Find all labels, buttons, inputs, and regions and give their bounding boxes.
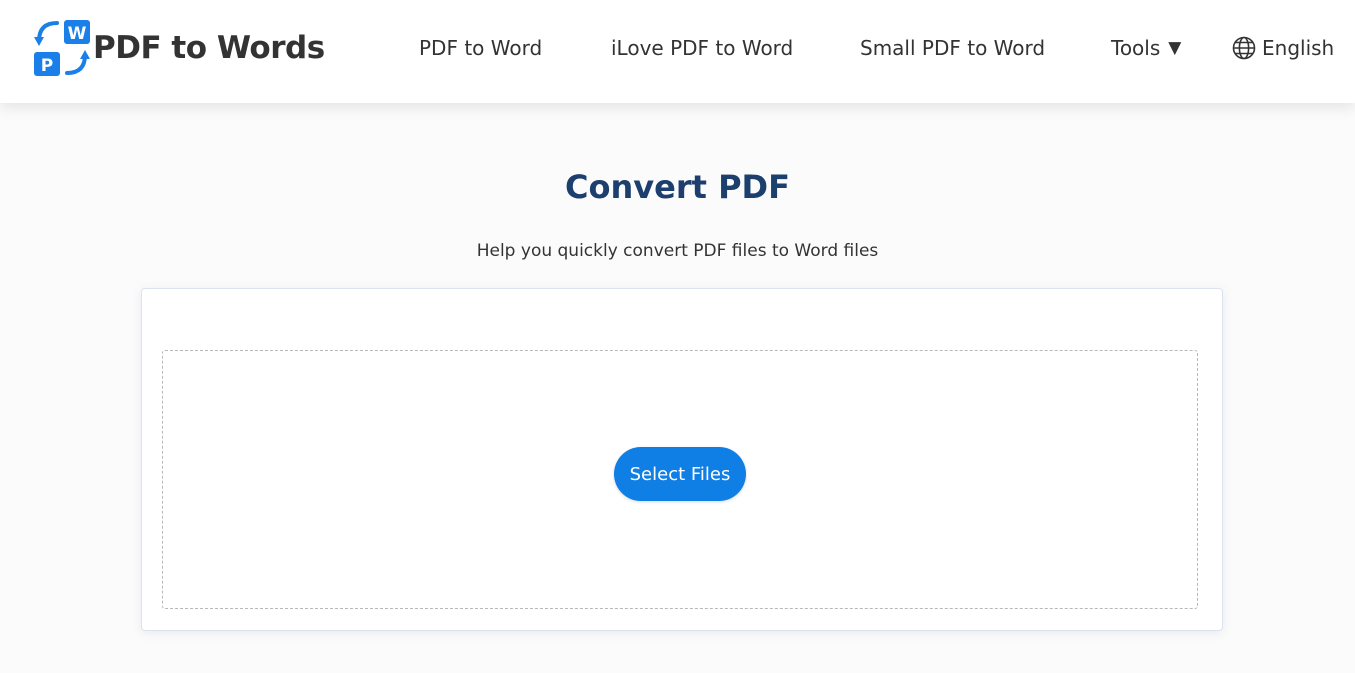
select-files-button[interactable]: Select Files bbox=[614, 447, 746, 501]
nav-link-pdf-to-word[interactable]: PDF to Word bbox=[419, 36, 542, 60]
file-drop-zone[interactable]: Select Files bbox=[162, 350, 1198, 609]
nav-link-ilove-pdf-to-word[interactable]: iLove PDF to Word bbox=[611, 36, 793, 60]
page-title: Convert PDF bbox=[565, 168, 790, 206]
logo-letter-w: W bbox=[68, 24, 87, 44]
language-label: English bbox=[1262, 36, 1335, 60]
nav-link-small-pdf-to-word[interactable]: Small PDF to Word bbox=[860, 36, 1045, 60]
caret-down-icon: ▼ bbox=[1168, 38, 1182, 58]
language-selector[interactable]: English bbox=[1232, 36, 1334, 60]
logo-letter-p: P bbox=[41, 56, 53, 76]
upload-card: Select Files bbox=[141, 288, 1223, 631]
tools-label: Tools bbox=[1111, 36, 1161, 60]
brand-logo-link[interactable]: W P PDF to Words bbox=[33, 18, 325, 78]
page-subtitle: Help you quickly convert PDF files to Wo… bbox=[476, 241, 879, 261]
site-header: W P PDF to Words PDF to Word iLove PDF t… bbox=[0, 0, 1355, 103]
brand-name: PDF to Words bbox=[93, 30, 325, 66]
globe-icon bbox=[1232, 36, 1256, 60]
tools-dropdown[interactable]: Tools ▼ bbox=[1111, 36, 1181, 60]
pdf-to-word-logo-icon: W P bbox=[34, 20, 90, 76]
